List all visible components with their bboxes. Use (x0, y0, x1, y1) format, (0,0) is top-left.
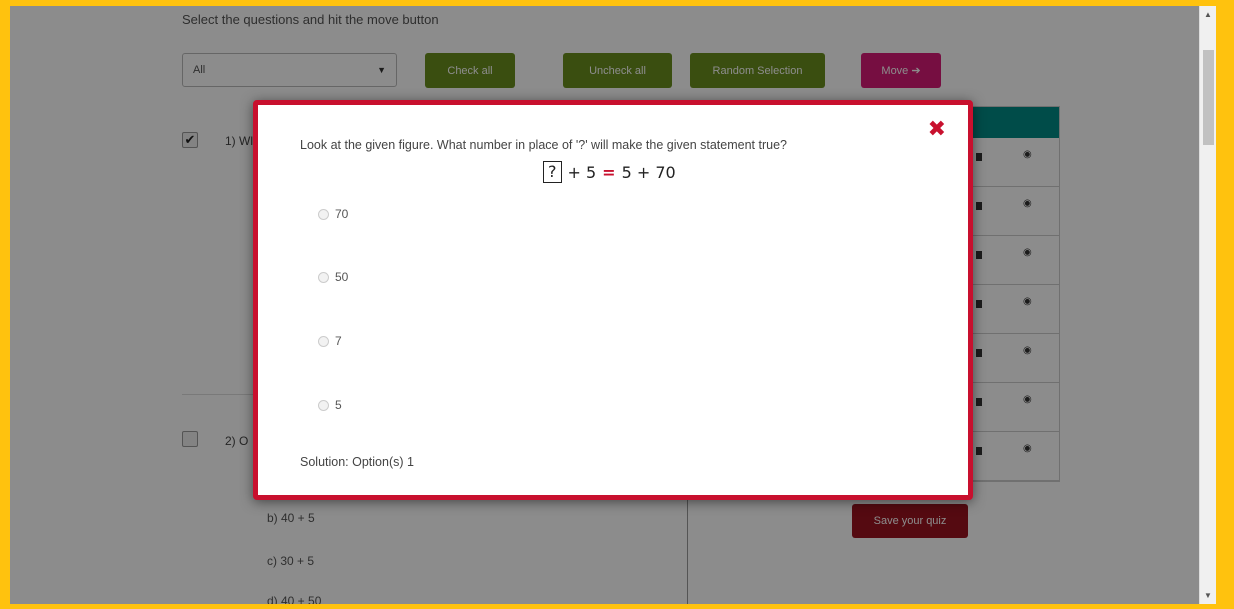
solution-text: Solution: Option(s) 1 (300, 455, 414, 469)
radio-button[interactable] (318, 399, 329, 411)
browser-viewport: Select the questions and hit the move bu… (10, 6, 1216, 604)
question-preview-modal: ✖ Look at the given figure. What number … (253, 100, 973, 500)
answer-option[interactable]: 7 (318, 334, 342, 348)
answer-option-label: 5 (335, 398, 342, 412)
equation-figure: ? + 5 = 5 + 70 (543, 161, 676, 183)
answer-option-label: 70 (335, 207, 349, 221)
vertical-scrollbar[interactable]: ▲ ▼ (1199, 6, 1216, 604)
radio-button[interactable] (318, 335, 329, 347)
modal-question-text: Look at the given figure. What number in… (300, 138, 787, 152)
equation-equals-sign: = (602, 162, 616, 182)
answer-option-label: 50 (335, 270, 349, 284)
answer-option[interactable]: 5 (318, 398, 342, 412)
scroll-down-icon[interactable]: ▼ (1204, 591, 1212, 600)
answer-option-label: 7 (335, 334, 342, 348)
equation-left-rest: + 5 (567, 162, 597, 182)
equation-right: 5 + 70 (621, 162, 676, 182)
answer-option[interactable]: 50 (318, 270, 348, 284)
scroll-up-icon[interactable]: ▲ (1204, 10, 1212, 19)
radio-button[interactable] (318, 208, 329, 220)
scrollbar-thumb[interactable] (1203, 50, 1214, 145)
answer-option[interactable]: 70 (318, 207, 348, 221)
equation-unknown-box: ? (543, 161, 562, 183)
radio-button[interactable] (318, 271, 329, 283)
close-icon[interactable]: ✖ (928, 119, 946, 141)
